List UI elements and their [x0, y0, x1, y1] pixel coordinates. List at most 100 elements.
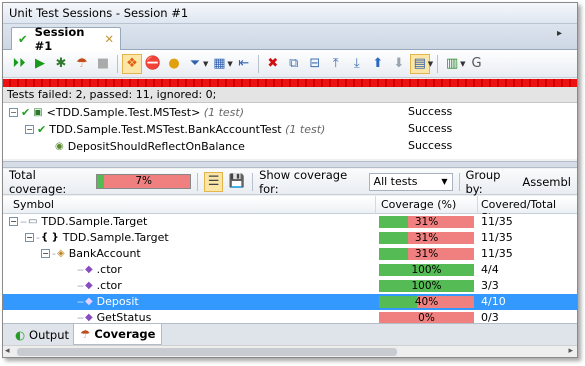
- tree-guide: ‐‐: [20, 215, 27, 228]
- test-row[interactable]: ◉ DepositShouldReflectOnBalance: [55, 138, 245, 155]
- group-by-value[interactable]: Assembl: [522, 175, 571, 189]
- toolbar-separator: [437, 54, 439, 73]
- delete-icon[interactable]: ✖: [263, 54, 283, 74]
- filter-icon[interactable]: ⏷: [185, 54, 205, 74]
- toolbar-separator: [257, 54, 259, 73]
- statements-value: 3/3: [481, 279, 499, 292]
- collapse-toggle-icon[interactable]: −: [9, 108, 18, 117]
- save-icon[interactable]: ⊟: [305, 54, 325, 74]
- coverage-row[interactable]: − ‐ ◈ BankAccount 31% 11/35: [3, 246, 577, 262]
- run-all-icon[interactable]: ⏵⏵: [9, 54, 29, 74]
- abort-icon[interactable]: ⛔: [143, 54, 163, 74]
- group-dropdown-icon[interactable]: ▼: [227, 60, 232, 68]
- tree-guide: ‐: [36, 231, 40, 244]
- test-tree: − ✔ ▣ <TDD.Sample.Test.MSTest> (1 test) …: [3, 103, 577, 159]
- results-dropdown-icon[interactable]: ▼: [460, 60, 465, 68]
- tree-guide: ‐‐: [77, 295, 84, 308]
- symbol-name: BankAccount: [68, 247, 141, 260]
- circle-icon[interactable]: ●: [164, 54, 184, 74]
- more-icon[interactable]: G: [467, 54, 487, 74]
- test-count: (1 test): [285, 123, 326, 136]
- collapse-toggle-icon[interactable]: −: [25, 233, 34, 242]
- test-method-icon: ◉: [55, 141, 64, 152]
- stop-icon[interactable]: ■: [93, 54, 113, 74]
- toolbar: ⏵⏵ ▶ ✱ ☂ ■ ❖ ⛔ ● ⏷ ▼ ▦ ▼ ⇤ ✖ ⧉ ⊟ ⤒ ⤓ ⬆ ⬇…: [3, 50, 577, 78]
- scrollbar-thumb[interactable]: [17, 348, 397, 356]
- up-icon[interactable]: ⬆: [368, 54, 388, 74]
- method-icon: ◆: [84, 264, 93, 275]
- collapse-toggle-icon[interactable]: −: [41, 249, 50, 258]
- tree-guide: ‐‐: [77, 279, 84, 292]
- symbol-name: TDD.Sample.Target: [41, 215, 148, 228]
- scroll-right-arrow-icon[interactable]: ▸: [568, 346, 573, 356]
- coverage-icon[interactable]: ☂: [72, 54, 92, 74]
- method-icon: ◆: [84, 312, 93, 323]
- toolbar-separator: [458, 172, 460, 191]
- coverage-bar: 100%: [379, 264, 474, 276]
- symbol-name: .ctor: [96, 263, 122, 276]
- layout-icon[interactable]: ▤: [409, 53, 430, 74]
- filter-dropdown-icon[interactable]: ▼: [203, 60, 208, 68]
- test-result: Success: [408, 139, 453, 152]
- symbol-column-header[interactable]: Symbol: [13, 198, 54, 211]
- coverage-row[interactable]: − ‐ { } TDD.Sample.Target 31% 11/35: [3, 230, 577, 246]
- expand-icon[interactable]: ⤓: [347, 54, 367, 74]
- coverage-toolbar: Total coverage: 7% ☰ 💾 Show coverage for…: [3, 167, 577, 196]
- total-coverage-label: Total coverage:: [9, 167, 67, 196]
- test-row[interactable]: − ✔ ▣ <TDD.Sample.Test.MSTest> (1 test): [9, 104, 244, 121]
- toolbar-separator: [117, 54, 118, 73]
- window-title: Unit Test Sessions - Session #1: [3, 3, 577, 24]
- test-status: Tests failed: 2, passed: 11, ignored: 0;: [3, 87, 577, 103]
- tab-scroll-arrow-icon[interactable]: ▸: [557, 28, 571, 46]
- results-icon[interactable]: ▥: [442, 54, 462, 74]
- coverage-bar: 31%: [379, 216, 474, 228]
- coverage-row[interactable]: ‐‐ ◆ .ctor 100% 4/4: [3, 262, 577, 278]
- show-coverage-label: Show coverage for:: [259, 167, 348, 196]
- show-coverage-value: All tests: [373, 175, 418, 188]
- collapse-icon[interactable]: ⤒: [326, 54, 346, 74]
- layout-dropdown-icon[interactable]: ▼: [428, 60, 433, 68]
- coverage-row-selected[interactable]: ‐‐ ◆ Deposit 40% 4/10: [3, 294, 577, 310]
- tab-output[interactable]: ◐ Output: [9, 324, 75, 345]
- toolbar-separator: [252, 172, 254, 191]
- coverage-percent: 31%: [414, 216, 439, 228]
- bottom-tabstrip: ◐ Output ☂ Coverage: [3, 323, 577, 345]
- test-name: TDD.Sample.Test.MSTest.BankAccountTest: [49, 123, 282, 136]
- tree-guide: ‐: [52, 247, 56, 260]
- test-result: Success: [408, 122, 453, 135]
- collapse-toggle-icon[interactable]: −: [25, 125, 34, 134]
- coverage-row[interactable]: − ‐‐ ▭ TDD.Sample.Target 31% 11/35: [3, 214, 577, 230]
- test-name: DepositShouldReflectOnBalance: [67, 140, 245, 153]
- coverage-column-header-label[interactable]: Coverage (%): [381, 198, 456, 211]
- export-icon[interactable]: ⇤: [234, 54, 254, 74]
- show-coverage-select[interactable]: All tests ▼: [368, 172, 453, 191]
- coverage-column-header: Symbol Coverage (%) Covered/Total Stm: [3, 196, 577, 224]
- class-icon: ◈: [56, 248, 65, 259]
- color-icon[interactable]: ❖: [122, 53, 142, 74]
- coverage-row[interactable]: ‐‐ ◆ .ctor 100% 3/3: [3, 278, 577, 294]
- test-name: <TDD.Sample.Test.MSTest>: [46, 106, 201, 119]
- tab-session-1[interactable]: ✔ Session #1 ✕: [11, 25, 121, 53]
- tree-guide: ‐‐: [77, 263, 84, 276]
- checkmark-icon: ✔: [37, 123, 47, 136]
- output-icon: ◐: [15, 327, 26, 342]
- export-coverage-icon[interactable]: 💾: [227, 172, 246, 192]
- copy-icon[interactable]: ⧉: [284, 54, 304, 74]
- column-divider[interactable]: [477, 196, 478, 214]
- collapse-toggle-icon[interactable]: −: [9, 217, 18, 226]
- debug-icon[interactable]: ✱: [51, 54, 71, 74]
- coverage-row[interactable]: ‐‐ ◆ GetStatus 0% 0/3: [3, 310, 577, 324]
- scroll-left-arrow-icon[interactable]: ◂: [5, 346, 10, 356]
- down-icon[interactable]: ⬇: [389, 54, 409, 74]
- highlight-code-icon[interactable]: ☰: [204, 171, 224, 192]
- column-divider[interactable]: [375, 196, 376, 214]
- test-row[interactable]: − ✔ TDD.Sample.Test.MSTest.BankAccountTe…: [25, 121, 325, 138]
- coverage-percent: 100%: [411, 280, 442, 292]
- group-icon[interactable]: ▦: [209, 54, 229, 74]
- tab-label: Session #1: [34, 25, 85, 53]
- horizontal-scrollbar[interactable]: ◂ ▸: [3, 345, 577, 357]
- tab-coverage[interactable]: ☂ Coverage: [73, 324, 163, 345]
- symbol-name: .ctor: [96, 279, 122, 292]
- close-icon[interactable]: ✕: [104, 32, 114, 46]
- run-icon[interactable]: ▶: [30, 54, 50, 74]
